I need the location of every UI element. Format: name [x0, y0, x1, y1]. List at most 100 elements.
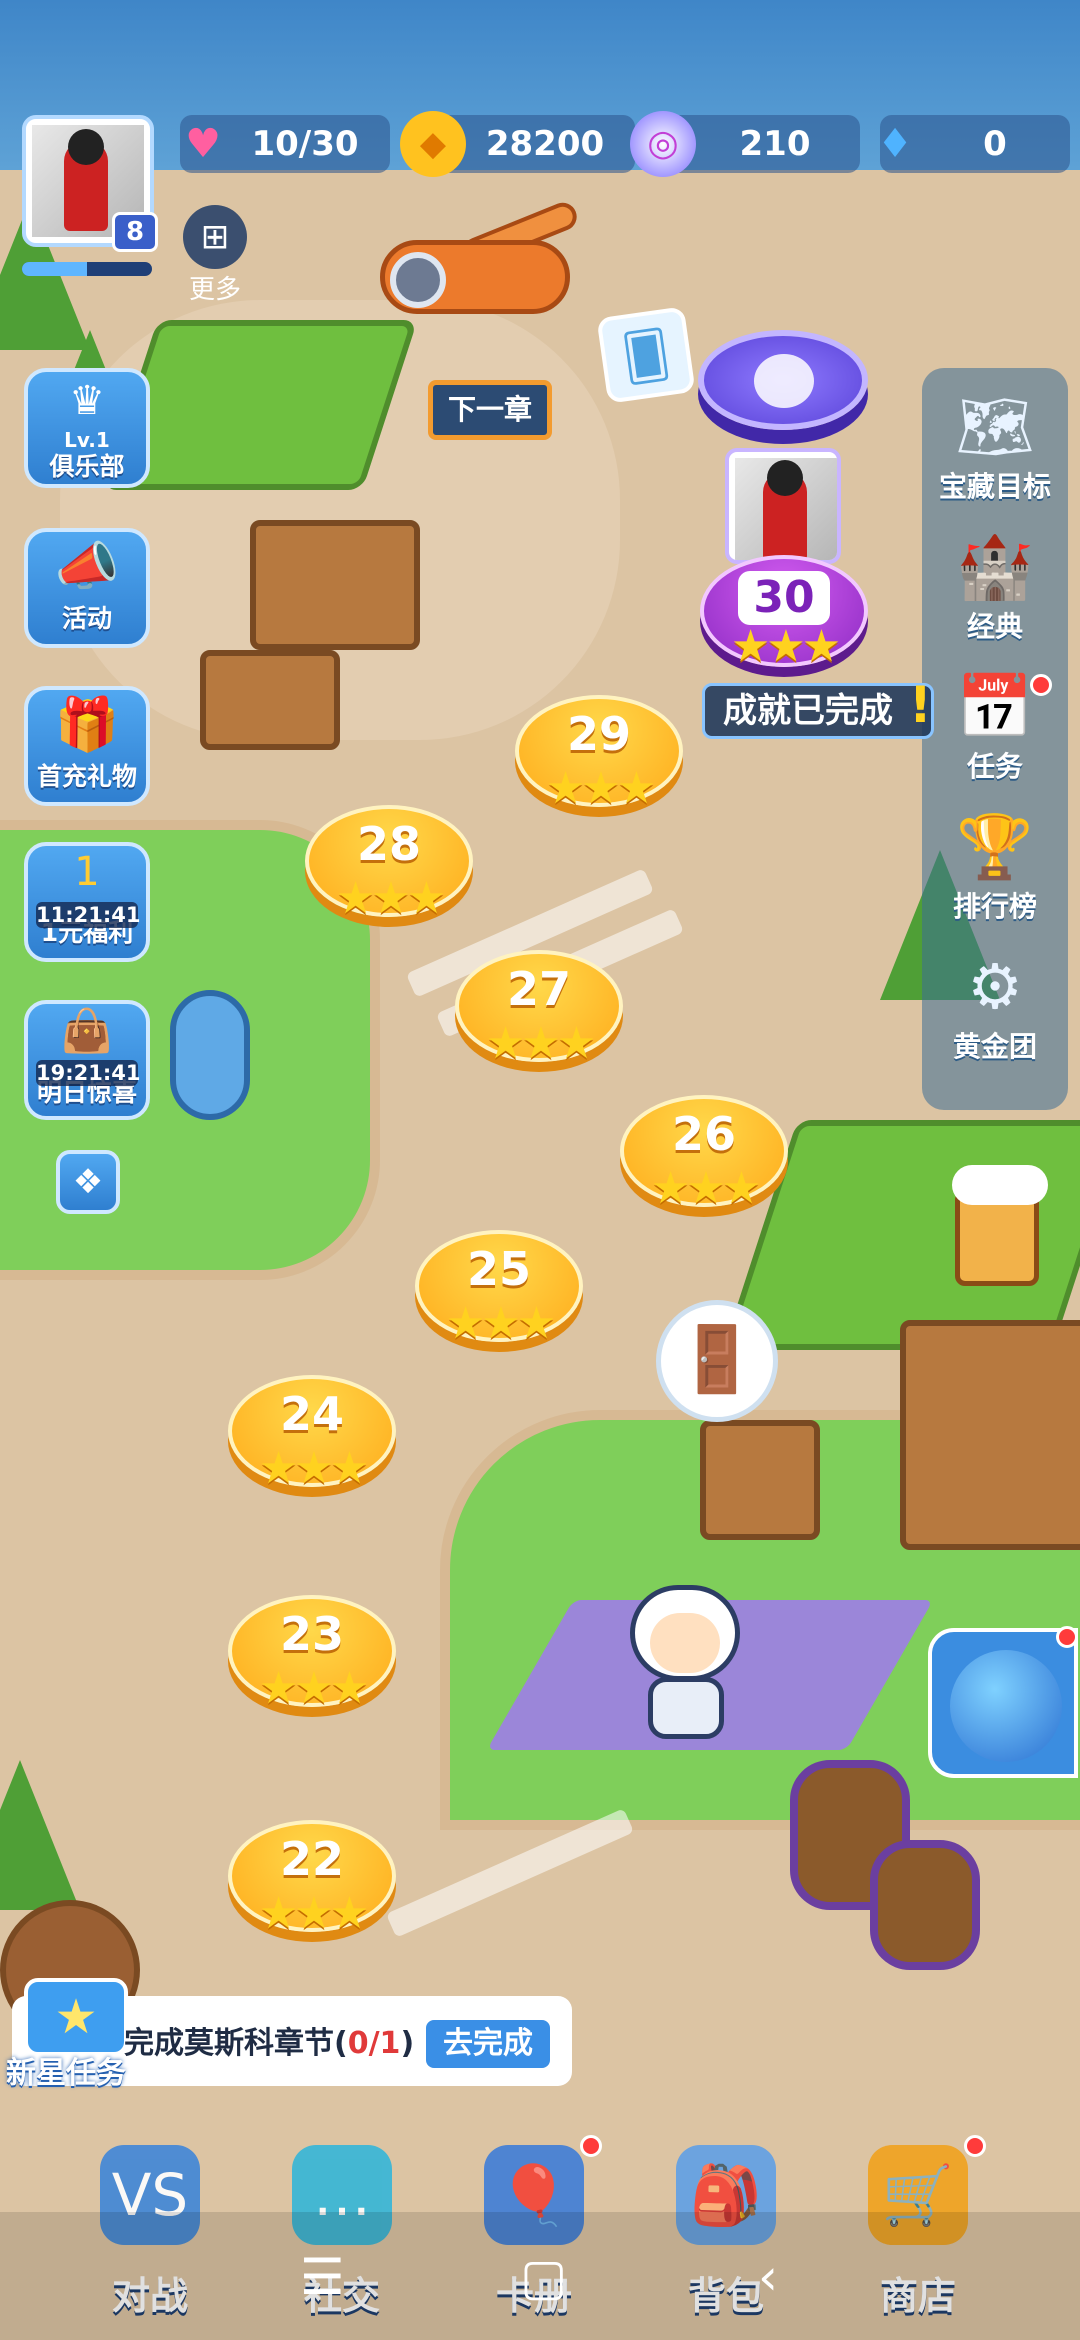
home-icon[interactable]: ▢ [520, 2248, 567, 2306]
club-label: 俱乐部 [49, 452, 125, 481]
tomorrow-timer: 19:21:41 [36, 1060, 141, 1086]
recent-apps-icon[interactable]: ☰ [300, 2248, 345, 2306]
gold-team-button[interactable]: ⚙ 黄金团 [922, 944, 1068, 1084]
notification-dot [1030, 674, 1052, 696]
diamonds-value: 0 [983, 124, 1007, 164]
player-body [648, 1677, 724, 1739]
quest-tag: 新星任务 [6, 2056, 126, 2091]
house-wall [250, 520, 420, 650]
treasure-goal-button[interactable]: 🗺 宝藏目标 [922, 384, 1068, 524]
level-node-current[interactable]: 30 ★★★ [700, 555, 868, 685]
portal-gateway[interactable] [698, 330, 868, 430]
level-number: 29 [566, 707, 631, 761]
current-level-avatar [725, 448, 841, 564]
notification-dot [580, 2135, 602, 2157]
avatar-head [68, 129, 104, 165]
gold-team-label: 黄金团 [952, 1030, 1037, 1063]
club-button[interactable]: ♛ Lv.1 俱乐部 [24, 368, 150, 488]
classic-button[interactable]: 🏰 经典 [922, 524, 1068, 664]
level-number: 27 [506, 962, 571, 1016]
energy-value: 210 [739, 124, 811, 164]
level-node-27[interactable]: 27 ★★★ [455, 950, 623, 1080]
level-node-29[interactable]: 29 ★★★ [515, 695, 683, 825]
castle-icon: 🏰 [956, 530, 1034, 603]
swirl-energy-icon: ◎ [630, 111, 696, 177]
one-yuan-timer: 11:21:41 [36, 902, 141, 928]
collapse-menu-button[interactable]: ❖ [56, 1150, 120, 1214]
achievement-complete-tooltip[interactable]: 成就已完成 ! [702, 680, 934, 739]
podium-icon: 🏆 [956, 810, 1034, 883]
level-node-23[interactable]: 23 ★★★ [228, 1595, 396, 1725]
level-number: 26 [671, 1107, 736, 1161]
quest-go-button[interactable]: 去完成 [426, 2020, 550, 2068]
resource-bar: 10/30 ♥ 28200 ◆ 210 ◎ 0 ♦ [150, 111, 1070, 177]
quest-progress: 0/1 [347, 2026, 401, 2061]
more-button[interactable]: ⊞ 更多 [180, 205, 250, 305]
quest-text-after: ) [400, 2026, 415, 2061]
lives-value: 10/30 [251, 124, 359, 164]
classic-label: 经典 [966, 610, 1023, 643]
level-stars: ★★★ [650, 1163, 761, 1214]
diamond-arrow-icon: ❖ [72, 1162, 104, 1202]
next-chapter-button[interactable]: 下一章 [428, 380, 552, 440]
level-stars-current: ★★★ [730, 621, 841, 672]
exclamation-icon: ! [909, 676, 932, 734]
one-yuan-badge: 1 [74, 849, 100, 895]
airplane-next-chapter[interactable] [370, 190, 590, 330]
locked-gear-icon: ⚙ [967, 950, 1023, 1023]
grid-menu-icon: ⊞ [183, 205, 247, 269]
leaderboard-label: 排行榜 [952, 890, 1037, 923]
level-node-28[interactable]: 28 ★★★ [305, 805, 473, 935]
beer-mug-icon [952, 1165, 1048, 1286]
events-button[interactable]: 📣 活动 [24, 528, 150, 648]
first-recharge-button[interactable]: 🎁 首充礼物 [24, 686, 150, 806]
treasure-sack-icon: 👜 [60, 1006, 114, 1055]
tomorrow-surprise-button[interactable]: 👜 19:21:41 明日惊喜 [24, 1000, 150, 1120]
nesting-doll [170, 990, 250, 1120]
level-node-25[interactable]: 25 ★★★ [415, 1230, 583, 1360]
heart-icon: ♥ [185, 121, 221, 167]
coin-icon: ◆ [400, 111, 466, 177]
level-node-24[interactable]: 24 ★★★ [228, 1375, 396, 1505]
megaphone-icon: 📣 [54, 537, 120, 597]
leaderboard-button[interactable]: 🏆 排行榜 [922, 804, 1068, 944]
level-number: 22 [279, 1832, 344, 1886]
coins-value: 28200 [485, 124, 605, 164]
player-character [620, 1585, 750, 1745]
level-number: 24 [279, 1387, 344, 1441]
game-map [0, 0, 1080, 2340]
card-collection-icon[interactable]: 🂠 [596, 306, 696, 404]
level-stars: ★★★ [258, 1443, 369, 1494]
events-label: 活动 [61, 604, 112, 633]
level-number: 23 [279, 1607, 344, 1661]
one-yuan-welfare-button[interactable]: 1 11:21:41 1元福利 [24, 842, 150, 962]
back-icon[interactable]: ‹ [758, 2248, 778, 2306]
level-stars: ★★★ [445, 1298, 556, 1349]
world-globe-button[interactable] [928, 1626, 1078, 1778]
star-calendar-icon: ★ [24, 1978, 128, 2056]
diamond-icon: ♦ [877, 121, 913, 167]
exp-progress-fill [22, 262, 87, 276]
barrel [870, 1840, 980, 1970]
level-number: 25 [466, 1242, 531, 1296]
level-node-26[interactable]: 26 ★★★ [620, 1095, 788, 1225]
quest-text-before: 完成莫斯科章节( [124, 2026, 348, 2061]
portal-glow [754, 354, 814, 408]
exp-progress-bar [22, 262, 152, 276]
player-level-badge: 8 [112, 212, 158, 252]
right-side-panel: 🗺 宝藏目标 🏰 经典 📅 任务 🏆 排行榜 ⚙ 黄金团 [922, 368, 1068, 1110]
tasks-button[interactable]: 📅 任务 [922, 664, 1068, 804]
level-node-22[interactable]: 22 ★★★ [228, 1820, 396, 1950]
level-stars: ★★★ [545, 763, 656, 814]
level-stars: ★★★ [258, 1663, 369, 1714]
more-label: 更多 [188, 275, 241, 305]
tree [0, 1760, 80, 1910]
globe-icon [950, 1650, 1062, 1762]
tavern-door-bubble[interactable]: 🚪 [656, 1300, 778, 1422]
level-stars: ★★★ [258, 1888, 369, 1939]
achievement-label: 成就已完成 [723, 691, 893, 731]
first-recharge-label: 首充礼物 [36, 762, 137, 791]
plane-window [390, 252, 446, 308]
level-number: 28 [356, 817, 421, 871]
level-number-current: 30 [738, 571, 830, 625]
